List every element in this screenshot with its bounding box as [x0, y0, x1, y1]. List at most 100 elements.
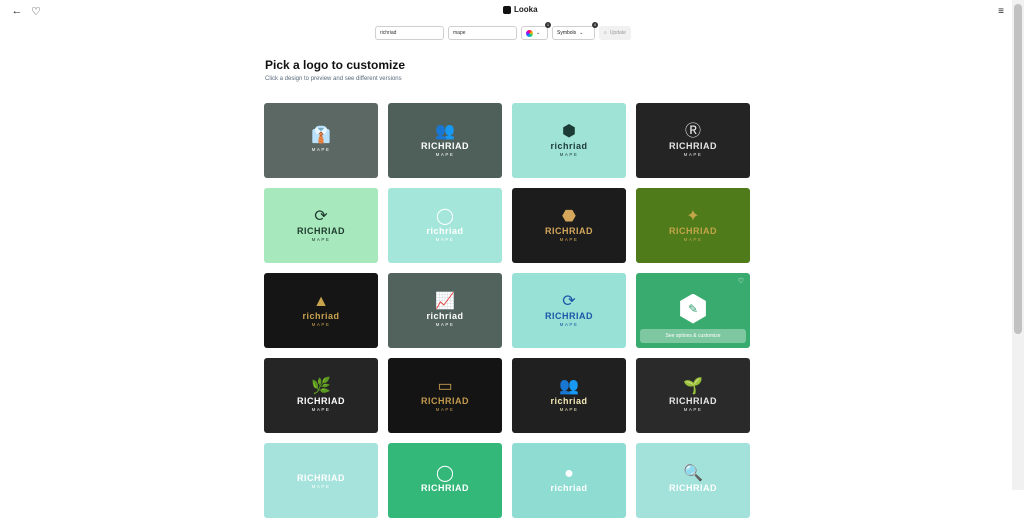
logo-slogan: MAPE	[683, 236, 703, 242]
logo-card[interactable]: ⬢ richriad MAPE	[512, 103, 626, 178]
logo-grid: 👔 MAPE 👥 RICHRIAD MAPE ⬢ richriad MAPE Ⓡ RICHRIAD…	[264, 103, 750, 518]
logo-name: richriad	[302, 310, 340, 321]
logo-slogan: MAPE	[559, 236, 579, 242]
scrollbar[interactable]	[1012, 0, 1024, 490]
logo-card[interactable]: ● richriad	[512, 443, 626, 518]
logo-name: richriad	[550, 483, 588, 493]
logo-slogan: MAPE	[435, 406, 455, 412]
chevron-down-icon: ⌄	[579, 30, 584, 36]
scrollbar-thumb[interactable]	[1014, 4, 1022, 334]
logo-symbol-icon: ▲	[313, 292, 329, 310]
logo-name: RICHRIAD	[669, 225, 717, 236]
logo-symbol-icon: Ⓡ	[684, 122, 701, 140]
color-count-badge: 1	[545, 22, 551, 28]
chevron-down-icon: ⌄	[536, 30, 541, 36]
logo-card[interactable]: 📈 richriad MAPE	[388, 273, 502, 348]
logo-symbol-icon: 🌱	[683, 377, 703, 395]
logo-symbol-icon: 👥	[435, 122, 455, 140]
logo-slogan: MAPE	[435, 151, 455, 157]
logo-slogan: MAPE	[311, 406, 331, 412]
brand-name: Looka	[514, 5, 538, 14]
logo-symbol-icon: ⟳	[562, 292, 576, 310]
logo-symbol-icon: 📈	[435, 292, 455, 310]
logo-symbol-icon: ⬢	[562, 122, 576, 140]
logo-name: RICHRIAD	[545, 310, 593, 321]
slogan-input[interactable]: mape	[448, 26, 517, 40]
logo-name: RICHRIAD	[297, 395, 345, 406]
logo-card[interactable]: ▲ richriad MAPE	[264, 273, 378, 348]
logo-slogan: MAPE	[435, 236, 455, 242]
logo-card[interactable]: 👥 richriad MAPE	[512, 358, 626, 433]
logo-slogan: MAPE	[311, 147, 331, 153]
logo-name: RICHRIAD	[297, 225, 345, 236]
logo-slogan: MAPE	[683, 151, 703, 157]
page-subtitle: Click a design to preview and see differ…	[265, 76, 402, 82]
color-wheel-icon	[526, 29, 533, 37]
toolbar: richriad mape ⌄ 1 Symbols ⌄ 4 ⌕ Update	[375, 22, 631, 40]
logo-symbol-icon: 👥	[559, 377, 579, 395]
logo-symbol-icon: 👔	[311, 127, 331, 145]
logo-symbol-icon: 🔍	[683, 465, 703, 482]
logo-symbol-icon: ⬣	[562, 207, 576, 225]
menu-icon[interactable]: ≡	[994, 5, 1008, 17]
logo-name: richriad	[550, 140, 588, 151]
symbols-label: Symbols	[557, 30, 577, 36]
logo-symbol-icon: ⟳	[314, 207, 328, 225]
company-name-input[interactable]: richriad	[375, 26, 444, 40]
logo-slogan: MAPE	[559, 151, 579, 157]
brand: Looka	[503, 5, 538, 14]
update-label: Update	[609, 30, 626, 36]
logo-name: RICHRIAD	[669, 140, 717, 151]
symbols-dropdown[interactable]: Symbols ⌄ 4	[552, 22, 598, 40]
logo-card[interactable]: 🌿 RICHRIAD MAPE	[264, 358, 378, 433]
logo-name: RICHRIAD	[421, 395, 469, 406]
logo-slogan: MAPE	[311, 483, 331, 489]
logo-name: richriad	[426, 310, 464, 321]
logo-name: richriad	[426, 225, 464, 236]
favorite-heart-icon[interactable]: ♡	[738, 277, 744, 285]
logo-slogan: MAPE	[683, 406, 703, 412]
logo-name: RICHRIAD	[421, 140, 469, 151]
logo-slogan: MAPE	[311, 236, 331, 242]
symbols-count-badge: 4	[592, 22, 598, 28]
arrow-left-icon[interactable]: ←	[10, 5, 24, 17]
logo-name: RICHRIAD	[297, 472, 345, 483]
logo-card[interactable]: ✎ ♡ See options & customize	[636, 273, 750, 348]
top-bar: ← ♡ Looka ≡	[0, 0, 1012, 22]
search-icon: ⌕	[604, 30, 607, 36]
looka-logo-icon	[503, 5, 511, 14]
logo-name: RICHRIAD	[669, 483, 717, 493]
logo-card[interactable]: 👥 RICHRIAD MAPE	[388, 103, 502, 178]
logo-symbol-icon: ✦	[686, 207, 700, 225]
logo-symbol-icon: ●	[564, 465, 574, 482]
logo-card[interactable]: ⟳ RICHRIAD MAPE	[264, 188, 378, 263]
logo-symbol-icon: ▭	[437, 377, 453, 395]
logo-card[interactable]: 🔍 RICHRIAD	[636, 443, 750, 518]
logo-card[interactable]: RICHRIAD MAPE	[264, 443, 378, 518]
logo-card[interactable]: ◯ richriad MAPE	[388, 188, 502, 263]
logo-card[interactable]: 👔 MAPE	[264, 103, 378, 178]
logo-name: RICHRIAD	[669, 395, 717, 406]
logo-symbol-icon: ✎	[680, 293, 706, 324]
logo-symbol-icon: 🌿	[311, 377, 331, 395]
logo-card[interactable]: ✦ RICHRIAD MAPE	[636, 188, 750, 263]
see-options-button[interactable]: See options & customize	[640, 329, 746, 343]
logo-name: RICHRIAD	[421, 483, 469, 493]
logo-card[interactable]: ▭ RICHRIAD MAPE	[388, 358, 502, 433]
logo-name: RICHRIAD	[545, 225, 593, 236]
logo-slogan: MAPE	[435, 321, 455, 327]
heart-icon[interactable]: ♡	[29, 5, 43, 18]
page-title: Pick a logo to customize	[265, 58, 406, 72]
logo-name: richriad	[550, 395, 588, 406]
logo-symbol-icon: ◯	[436, 465, 454, 482]
update-button[interactable]: ⌕ Update	[599, 26, 631, 40]
logo-slogan: MAPE	[559, 406, 579, 412]
logo-symbol-icon: ◯	[436, 207, 454, 225]
logo-card[interactable]: ◯ RICHRIAD	[388, 443, 502, 518]
logo-slogan: MAPE	[311, 321, 331, 327]
color-picker-button[interactable]: ⌄ 1	[521, 22, 551, 40]
logo-card[interactable]: Ⓡ RICHRIAD MAPE	[636, 103, 750, 178]
logo-card[interactable]: 🌱 RICHRIAD MAPE	[636, 358, 750, 433]
logo-card[interactable]: ⟳ RICHRIAD MAPE	[512, 273, 626, 348]
logo-card[interactable]: ⬣ RICHRIAD MAPE	[512, 188, 626, 263]
